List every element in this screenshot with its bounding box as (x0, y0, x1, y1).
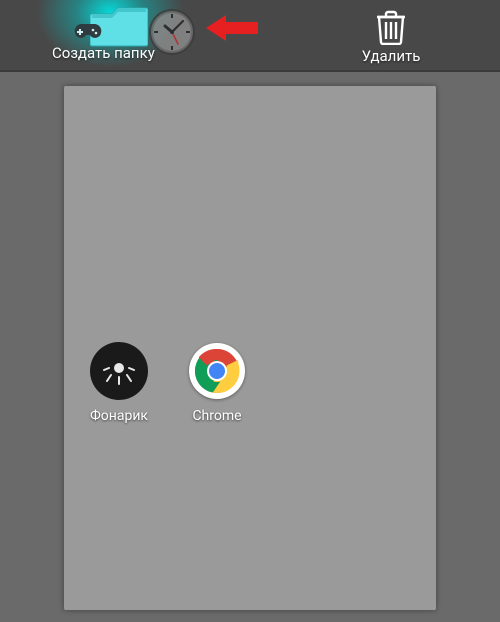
app-flashlight[interactable]: Фонарик (74, 342, 164, 424)
home-screen-page[interactable]: Фонарик (64, 86, 436, 610)
chrome-icon (189, 343, 245, 399)
gamepad-icon (74, 22, 102, 42)
annotation-arrow-icon (206, 13, 258, 43)
delete-label: Удалить (362, 47, 421, 65)
app-label: Фонарик (90, 408, 148, 424)
app-chrome[interactable]: Chrome (172, 342, 262, 424)
drag-action-bar: Создать папку Удалить (0, 0, 500, 72)
flashlight-icon (90, 342, 148, 400)
trash-icon (375, 9, 407, 45)
app-label: Chrome (192, 408, 241, 424)
create-folder-label: Создать папку (52, 44, 155, 62)
delete-drop-target[interactable]: Удалить (282, 0, 500, 70)
dragged-app-clock-icon[interactable] (148, 8, 196, 56)
